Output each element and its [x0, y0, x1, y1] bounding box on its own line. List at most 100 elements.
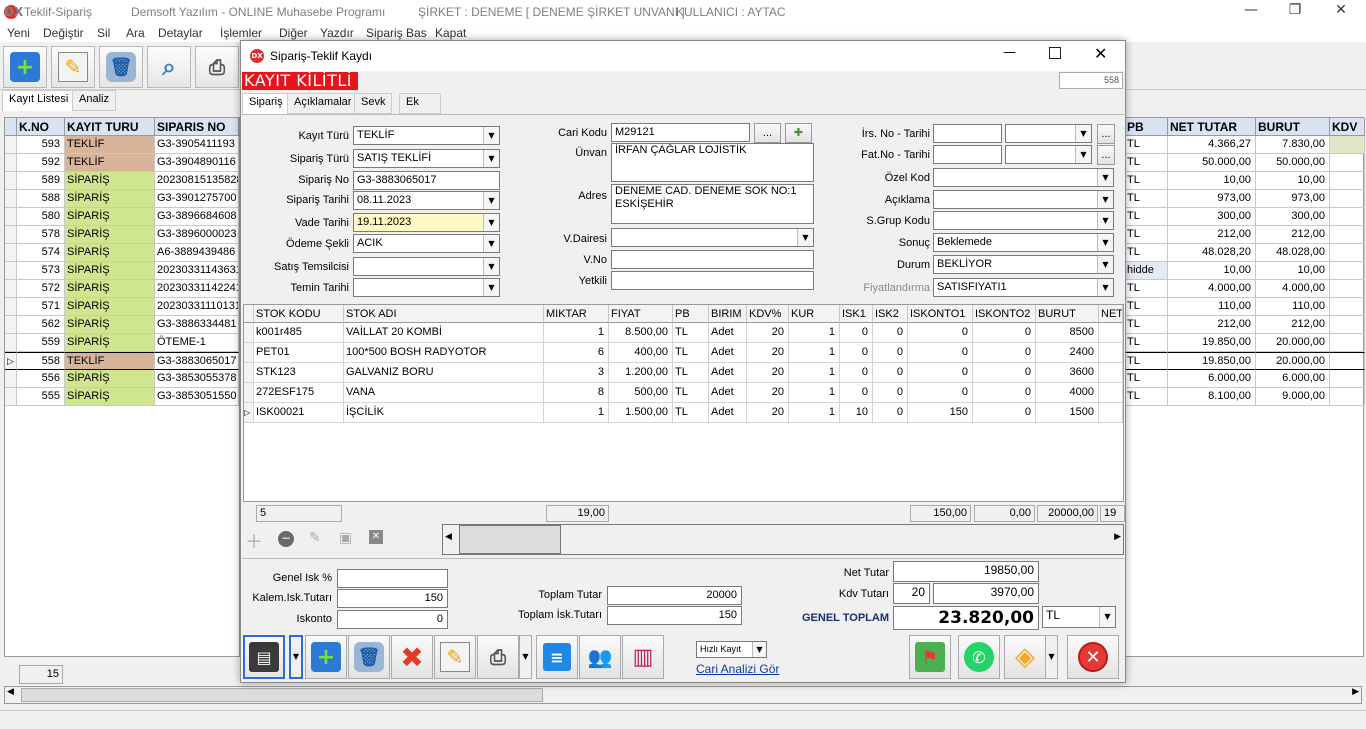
table-cell-kdv[interactable]: 20 [747, 383, 789, 403]
table-cell-kayit-turu[interactable]: SİPARİŞ [65, 226, 155, 244]
table-cell-net[interactable] [1099, 363, 1123, 383]
table-cell-pb[interactable]: hidde [1125, 262, 1168, 280]
table-cell-kno[interactable]: 558 [17, 352, 65, 370]
siparis-no-input[interactable]: G3-3883065017 [353, 171, 500, 190]
table-cell-siparis-no[interactable]: ÖTEME-1 [155, 334, 239, 352]
column-header-right-3[interactable]: KDV [1330, 118, 1365, 136]
table-cell-pb[interactable]: TL [673, 383, 709, 403]
table-cell-kno[interactable]: 589 [17, 172, 65, 190]
table-cell-siparis-no[interactable]: A6-3889439486 [155, 244, 239, 262]
column-header-iskonto2[interactable]: ISKONTO2 [973, 305, 1036, 323]
table-cell-kur[interactable]: 1 [789, 403, 840, 423]
table-cell-miktar[interactable]: 3 [544, 363, 609, 383]
chevron-down-icon[interactable]: ▼ [483, 150, 499, 167]
table-cell-kdv[interactable]: 20 [747, 403, 789, 423]
row-indicator[interactable] [5, 370, 17, 388]
table-cell-stok-adi[interactable]: GALVANIZ BORU [344, 363, 544, 383]
table-cell-stok-adi[interactable]: VAİLLAT 20 KOMBİ [344, 323, 544, 343]
irs-tarih-select[interactable]: ▼ [1005, 124, 1092, 143]
table-cell-burut[interactable]: 7.830,00 [1256, 136, 1330, 154]
row-indicator[interactable] [5, 208, 17, 226]
table-cell-isk2[interactable]: 0 [873, 363, 908, 383]
list-button[interactable]: ≡ [536, 635, 578, 679]
table-cell-net-tutar[interactable]: 50.000,00 [1168, 154, 1256, 172]
table-cell-pb[interactable]: TL [673, 363, 709, 383]
column-header-fiyat[interactable]: FIYAT [609, 305, 673, 323]
edit-button[interactable]: ✎ [51, 46, 95, 88]
row-indicator[interactable] [5, 280, 17, 298]
save-row-icon[interactable]: ▣ [339, 530, 352, 546]
table-cell-burut[interactable]: 20.000,00 [1256, 334, 1330, 352]
table-cell-kayit-turu[interactable]: SİPARİŞ [65, 262, 155, 280]
scroll-right-icon[interactable]: ▶ [1352, 687, 1359, 697]
menu-degistir[interactable]: Değiştir [43, 26, 84, 40]
grid-horizontal-scrollbar[interactable]: ◀ ▶ [442, 524, 1124, 555]
row-indicator[interactable]: ▷ [5, 352, 17, 370]
table-cell-burut[interactable]: 10,00 [1256, 262, 1330, 280]
table-cell-burut[interactable]: 212,00 [1256, 226, 1330, 244]
table-cell-kayit-turu[interactable]: SİPARİŞ [65, 172, 155, 190]
table-cell-siparis-no[interactable]: G3-3853055378 [155, 370, 239, 388]
kdv-tutari-input[interactable]: 3970,00 [933, 583, 1039, 604]
table-cell-kdv[interactable]: 20 [747, 363, 789, 383]
print-menu-dropdown[interactable]: ▼ [519, 635, 532, 679]
column-header-isk1[interactable]: ISK1 [840, 305, 873, 323]
table-cell-kayit-turu[interactable]: SİPARİŞ [65, 208, 155, 226]
table-cell-kdv[interactable] [1330, 370, 1365, 388]
table-cell-burut[interactable]: 9.000,00 [1256, 388, 1330, 406]
table-cell-pb[interactable]: TL [1125, 190, 1168, 208]
table-cell-net-tutar[interactable]: 212,00 [1168, 316, 1256, 334]
table-cell-siparis-no[interactable]: G3-3886334481 [155, 316, 239, 334]
table-cell-kno[interactable]: 571 [17, 298, 65, 316]
menu-diger[interactable]: Diğer [279, 26, 308, 40]
table-cell-iskonto1[interactable]: 0 [908, 383, 973, 403]
table-cell-kdv[interactable] [1330, 262, 1365, 280]
table-cell-net-tutar[interactable]: 973,00 [1168, 190, 1256, 208]
chevron-down-icon[interactable]: ▼ [1099, 607, 1115, 627]
close-button[interactable]: ✕ [1331, 2, 1351, 22]
fat-tarih-select[interactable]: ▼ [1005, 145, 1092, 164]
add-row-icon[interactable]: ＋ [245, 528, 263, 554]
menu-kapat[interactable]: Kapat [435, 26, 466, 40]
table-cell-kayit-turu[interactable]: SİPARİŞ [65, 370, 155, 388]
column-header-birim[interactable]: BIRIM [709, 305, 747, 323]
table-cell-net[interactable] [1099, 343, 1123, 363]
table-cell-pb[interactable]: TL [1125, 226, 1168, 244]
hizli-kayit-select[interactable]: Hızlı Kayıt ▼ [696, 641, 767, 658]
table-cell-burut[interactable]: 8500 [1036, 323, 1099, 343]
menu-ara[interactable]: Ara [126, 26, 145, 40]
tab-kayit-listesi[interactable]: Kayıt Listesi [2, 90, 76, 111]
table-cell-net-tutar[interactable]: 4.000,00 [1168, 280, 1256, 298]
column-header-kur[interactable]: KUR [789, 305, 840, 323]
table-cell-kayit-turu[interactable]: SİPARİŞ [65, 280, 155, 298]
table-cell-birim[interactable]: Adet [709, 323, 747, 343]
chevron-down-icon[interactable]: ▼ [1097, 234, 1113, 251]
table-cell-kayit-turu[interactable]: SİPARİŞ [65, 316, 155, 334]
table-cell-kdv[interactable] [1330, 334, 1365, 352]
table-cell-kno[interactable]: 574 [17, 244, 65, 262]
tab-ek[interactable]: Ek [399, 93, 441, 114]
table-cell-siparis-no[interactable]: G3-3896000023 [155, 226, 239, 244]
table-cell-iskonto1[interactable]: 150 [908, 403, 973, 423]
table-cell-siparis-no[interactable]: G3-3896684608 [155, 208, 239, 226]
new-record-button[interactable]: + [305, 635, 347, 679]
table-cell-isk2[interactable]: 0 [873, 343, 908, 363]
row-indicator[interactable] [244, 343, 254, 363]
fat-no-input[interactable] [933, 145, 1002, 164]
table-cell-kayit-turu[interactable]: SİPARİŞ [65, 388, 155, 406]
table-cell-iskonto1[interactable]: 0 [908, 323, 973, 343]
table-cell-net-tutar[interactable]: 10,00 [1168, 262, 1256, 280]
chevron-down-icon[interactable]: ▼ [797, 229, 813, 246]
table-cell-net[interactable] [1099, 323, 1123, 343]
chevron-down-icon[interactable]: ▼ [483, 127, 499, 144]
toplam-tutar-input[interactable]: 20000 [607, 586, 742, 605]
satis-temsilcisi-select[interactable]: ▼ [353, 257, 500, 276]
unvan-input[interactable]: İRFAN ÇAĞLAR LOJİSTİK [611, 143, 814, 182]
column-header-burut[interactable]: BURUT [1036, 305, 1099, 323]
dialog-maximize-icon[interactable] [1049, 47, 1061, 59]
table-cell-kdv[interactable] [1330, 172, 1365, 190]
horizontal-scrollbar[interactable]: ◀ ▶ [4, 686, 1362, 704]
table-cell-burut[interactable]: 10,00 [1256, 172, 1330, 190]
chevron-down-icon[interactable]: ▼ [1097, 169, 1113, 186]
scroll-right-icon[interactable]: ▶ [1114, 532, 1121, 542]
